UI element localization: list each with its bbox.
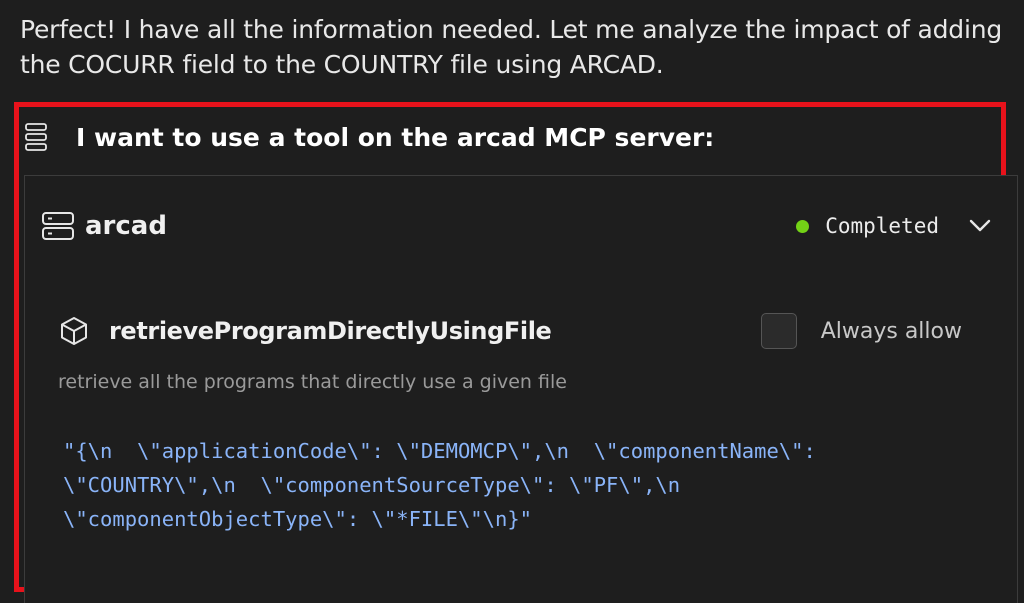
always-allow-label[interactable]: Always allow [821,319,962,344]
chevron-down-icon[interactable] [969,219,991,233]
tool-card: arcad Completed retrieveProgramDirectlyU… [24,175,1018,603]
server-stack-icon [25,123,47,151]
status-text: Completed [825,214,939,238]
tool-request-header: I want to use a tool on the arcad MCP se… [24,119,714,155]
tool-request-title: I want to use a tool on the arcad MCP se… [76,122,715,152]
tool-name: retrieveProgramDirectlyUsingFile [109,317,552,345]
tool-arguments: "{\n \"applicationCode\": \"DEMOMCP\",\n… [63,439,816,531]
tool-description: retrieve all the programs that directly … [58,371,567,393]
cube-icon [61,317,87,345]
assistant-message: Perfect! I have all the information need… [20,15,1003,79]
always-allow-checkbox[interactable] [760,313,797,349]
tool-row: retrieveProgramDirectlyUsingFile Always … [59,309,962,353]
always-allow-control[interactable]: Always allow [760,313,962,349]
status-indicator: Completed [796,214,939,238]
server-row[interactable]: arcad Completed [41,206,993,246]
status-dot [796,219,810,233]
server-name: arcad [85,211,167,241]
server-icon [42,212,74,240]
